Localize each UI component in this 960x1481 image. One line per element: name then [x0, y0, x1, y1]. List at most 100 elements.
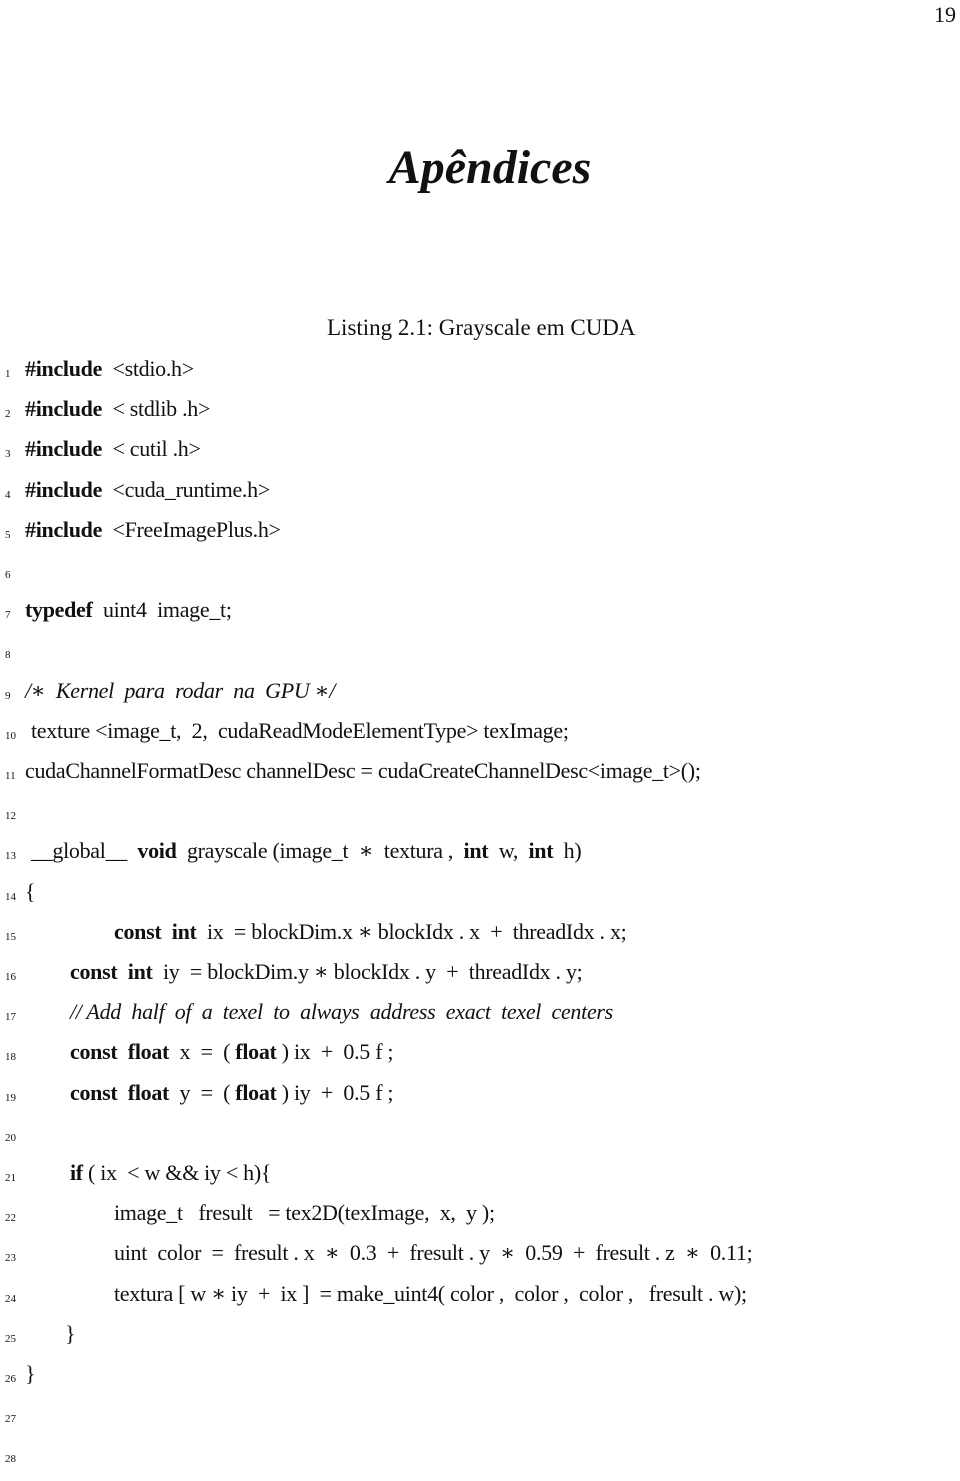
code-text: uint color = fresult . x ∗ 0.3 + fresult…	[114, 1240, 753, 1266]
code-line: 15 const int ix = blockDim.x ∗ blockIdx .…	[0, 919, 960, 959]
code-text: #include <cuda_runtime.h>	[25, 477, 270, 503]
line-number: 13	[5, 850, 16, 863]
line-number: 25	[5, 1332, 16, 1345]
keyword: #include	[25, 516, 103, 542]
code-line: 24 textura [ w ∗ iy + ix ] = make_uint4( …	[0, 1281, 960, 1321]
code-line: 22 image_t fresult = tex2D(texImage, x, y…	[0, 1200, 960, 1240]
line-number: 24	[5, 1292, 16, 1305]
code-token: }	[25, 1361, 36, 1386]
keyword: #include	[25, 396, 103, 422]
keyword: void	[137, 838, 177, 864]
keyword: float	[235, 1079, 277, 1105]
code-line: 18 const float x = ( float ) ix + 0.5 f ;	[0, 1039, 960, 1079]
code-token: ) ix + 0.5 f ;	[276, 1039, 394, 1065]
code-text: const int ix = blockDim.x ∗ blockIdx . x…	[114, 918, 627, 945]
keyword: const	[70, 1039, 118, 1065]
keyword: int	[528, 838, 554, 864]
code-token: cudaChannelFormatDesc channelDesc = cuda…	[25, 758, 701, 783]
line-number: 6	[5, 569, 11, 581]
code-line: 20	[0, 1120, 960, 1160]
code-token: ( ix < w && iy < h){	[82, 1160, 272, 1185]
code-text: /∗ Kernel para rodar na GPU ∗/	[25, 678, 335, 704]
line-number: 18	[5, 1051, 16, 1064]
line-number: 2	[5, 408, 11, 421]
line-number: 11	[5, 770, 16, 782]
code-line: 16 const int iy = blockDim.y ∗ blockIdx .…	[0, 959, 960, 999]
keyword: #include	[25, 476, 103, 502]
line-number: 8	[5, 649, 11, 662]
line-number: 23	[5, 1252, 16, 1265]
code-line: 5 #include <FreeImagePlus.h>	[0, 517, 960, 557]
code-token: }	[65, 1320, 76, 1346]
code-line: 3 #include < cutil .h>	[0, 436, 960, 476]
line-number: 26	[5, 1373, 16, 1385]
code-token: {	[25, 878, 36, 904]
keyword: float	[127, 1079, 170, 1105]
code-line: 26}	[0, 1361, 960, 1401]
keyword: float	[235, 1039, 277, 1065]
line-number: 5	[5, 528, 11, 541]
code-line: 7 typedef uint4 image_t;	[0, 597, 960, 637]
code-token: ix = blockDim.x ∗ blockIdx . x + threadI…	[196, 918, 627, 944]
code-line: 2 #include < stdlib .h>	[0, 396, 960, 436]
code-token: iy = blockDim.y ∗ blockIdx . y + threadI…	[152, 959, 583, 984]
code-token: <stdio.h>	[102, 356, 194, 381]
code-token: texture <image_t, 2, cudaReadModeElement…	[31, 717, 569, 743]
code-line: 28	[0, 1441, 960, 1481]
keyword: float	[127, 1039, 170, 1065]
line-number: 10	[5, 729, 16, 742]
code-text: #include < stdlib .h>	[25, 396, 210, 422]
comment: // Add half of a texel to always address…	[70, 999, 613, 1025]
code-text: #include <FreeImagePlus.h>	[25, 517, 281, 543]
chapter-title: Apêndices	[388, 141, 592, 194]
code-token: w,	[488, 838, 529, 864]
code-line: 14 {	[0, 879, 960, 919]
code-line: 11 cudaChannelFormatDesc channelDesc = cu…	[0, 758, 960, 798]
line-number: 17	[5, 1011, 16, 1024]
code-text: image_t fresult = tex2D(texImage, x, y )…	[114, 1200, 495, 1226]
code-line: 13 __global__ void grayscale (image_t ∗ t…	[0, 838, 960, 878]
code-token: <cuda_runtime.h>	[102, 476, 270, 502]
line-number: 22	[5, 1212, 16, 1225]
code-text: const int iy = blockDim.y ∗ blockIdx . y…	[70, 959, 583, 985]
code-line: 17 // Add half of a texel to always addre…	[0, 999, 960, 1039]
keyword: const	[70, 959, 118, 984]
line-number: 1	[5, 368, 11, 380]
code-text: #include <stdio.h>	[25, 356, 194, 382]
code-token: image_t fresult = tex2D(texImage, x, y )…	[114, 1200, 495, 1226]
code-token: ) iy + 0.5 f ;	[276, 1079, 394, 1105]
code-line: 12	[0, 798, 960, 838]
line-number: 4	[5, 488, 11, 501]
line-number: 16	[5, 971, 16, 983]
code-token: <FreeImagePlus.h>	[102, 516, 281, 542]
code-line: 6	[0, 557, 960, 597]
keyword: const	[70, 1079, 118, 1105]
line-number: 7	[5, 609, 11, 622]
code-token: < cutil .h>	[102, 436, 201, 462]
code-text: }	[25, 1361, 36, 1387]
listing-caption: Listing 2.1: Grayscale em CUDA	[327, 315, 636, 340]
code-line: 1 #include <stdio.h>	[0, 356, 960, 396]
code-line: 25}	[0, 1321, 960, 1361]
code-text: // Add half of a texel to always address…	[70, 999, 613, 1025]
keyword: const	[114, 918, 162, 944]
code-text: typedef uint4 image_t;	[25, 597, 232, 623]
keyword: #include	[25, 436, 103, 462]
code-text: const float y = ( float ) iy + 0.5 f ;	[70, 1079, 394, 1106]
code-text: __global__ void grayscale (image_t ∗ tex…	[31, 838, 582, 864]
code-token: y = (	[169, 1079, 236, 1105]
code-token: __global__	[31, 838, 138, 864]
code-text: {	[25, 878, 36, 905]
comment: /∗ Kernel para rodar na GPU ∗/	[25, 677, 336, 703]
line-number: 20	[5, 1131, 16, 1144]
code-line: 10 texture <image_t, 2, cudaReadModeEleme…	[0, 718, 960, 758]
line-number: 28	[5, 1453, 16, 1466]
code-text: #include < cutil .h>	[25, 436, 201, 462]
page-number: 19	[934, 2, 956, 27]
line-number: 27	[5, 1413, 16, 1426]
line-number: 15	[5, 930, 16, 943]
code-line: 9 /∗ Kernel para rodar na GPU ∗/	[0, 678, 960, 718]
code-text: if ( ix < w && iy < h){	[70, 1160, 271, 1186]
